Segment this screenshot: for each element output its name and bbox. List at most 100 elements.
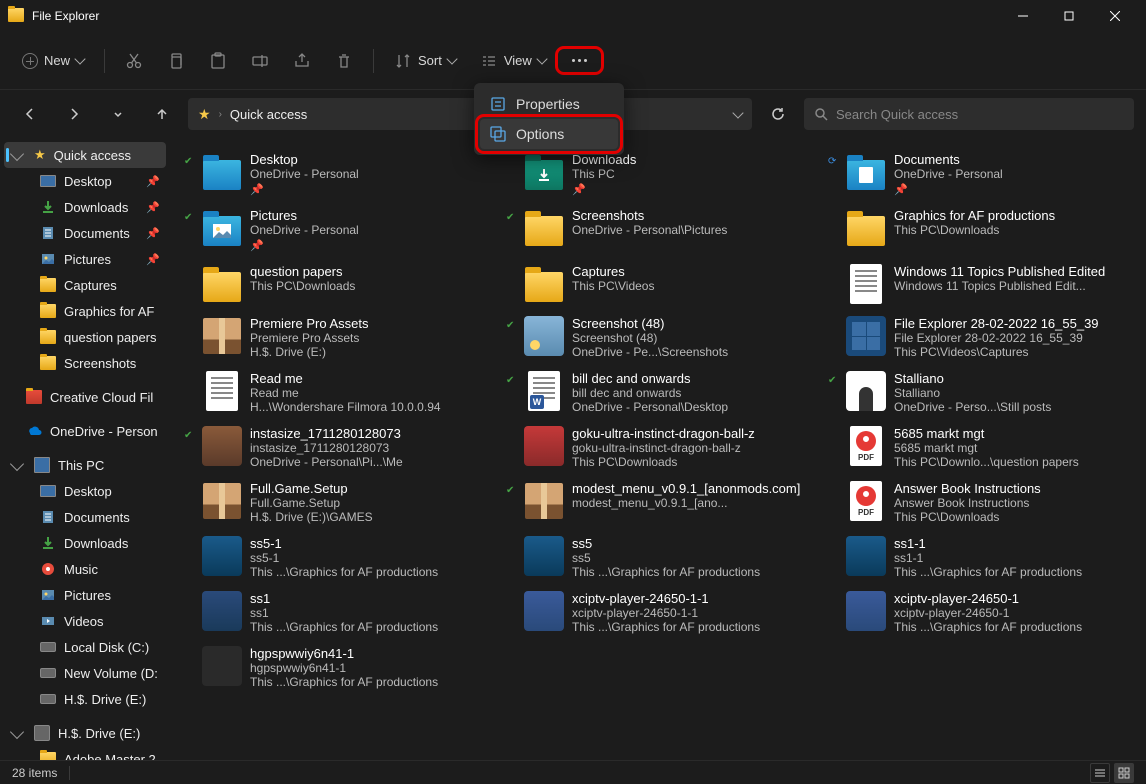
file-item[interactable]: ss5-1ss5-1This ...\Graphics for AF produ… xyxy=(180,532,494,583)
maximize-button[interactable] xyxy=(1046,0,1092,32)
sidebar-item[interactable]: Music xyxy=(4,556,166,582)
file-path: This PC\Downloads xyxy=(572,455,812,469)
search-input[interactable] xyxy=(836,107,1124,122)
sidebar-item[interactable]: Pictures xyxy=(4,582,166,608)
file-item[interactable]: CapturesThis PC\Videos xyxy=(502,260,816,308)
file-item[interactable]: Graphics for AF productionsThis PC\Downl… xyxy=(824,204,1138,256)
chevron-down-icon[interactable] xyxy=(732,107,743,118)
file-item[interactable]: PDFAnswer Book InstructionsAnswer Book I… xyxy=(824,477,1138,528)
sidebar-item[interactable]: question papers xyxy=(4,324,166,350)
file-item[interactable]: hgpspwwiy6n41-1hgpspwwiy6n41-1This ...\G… xyxy=(180,642,494,693)
sidebar-item[interactable]: New Volume (D: xyxy=(4,660,166,686)
file-item[interactable]: PDF5685 markt mgt5685 markt mgtThis PC\D… xyxy=(824,422,1138,473)
minimize-button[interactable] xyxy=(1000,0,1046,32)
back-button[interactable] xyxy=(12,96,48,132)
pin-icon: 📌 xyxy=(250,181,490,196)
file-item[interactable]: Premiere Pro AssetsPremiere Pro AssetsH.… xyxy=(180,312,494,363)
file-name: Premiere Pro Assets xyxy=(250,316,490,331)
sidebar-onedrive[interactable]: OneDrive - Person xyxy=(4,418,166,444)
synced-icon: ✔ xyxy=(184,212,194,222)
sidebar-item[interactable]: Adobe Master 2 xyxy=(4,746,166,760)
search-icon xyxy=(814,107,828,121)
file-item[interactable]: ✔modest_menu_v0.9.1_[anonmods.com]modest… xyxy=(502,477,816,528)
file-item[interactable]: ✔Screenshot (48)Screenshot (48)OneDrive … xyxy=(502,312,816,363)
file-name: Full.Game.Setup xyxy=(250,481,490,496)
file-location: Screenshot (48) xyxy=(572,331,812,345)
properties-item[interactable]: Properties xyxy=(480,89,618,119)
sidebar-hsdrive[interactable]: H.$. Drive (E:) xyxy=(4,720,166,746)
sidebar-item[interactable]: Videos xyxy=(4,608,166,634)
file-item[interactable]: ss1-1ss1-1This ...\Graphics for AF produ… xyxy=(824,532,1138,583)
paste-button[interactable] xyxy=(199,46,237,76)
file-item[interactable]: question papersThis PC\Downloads xyxy=(180,260,494,308)
sidebar-item[interactable]: Local Disk (C:) xyxy=(4,634,166,660)
item-icon xyxy=(40,303,56,319)
delete-button[interactable] xyxy=(325,46,363,76)
view-button[interactable]: View xyxy=(470,46,556,76)
item-icon xyxy=(40,225,56,241)
list-view-button[interactable] xyxy=(1090,763,1110,783)
file-item[interactable]: File Explorer 28-02-2022 16_55_39File Ex… xyxy=(824,312,1138,363)
sidebar-item[interactable]: Captures xyxy=(4,272,166,298)
rename-button[interactable] xyxy=(241,46,279,76)
pin-icon: 📌 xyxy=(146,201,160,214)
file-item[interactable]: ss5ss5This ...\Graphics for AF productio… xyxy=(502,532,816,583)
sidebar-item[interactable]: H.$. Drive (E:) xyxy=(4,686,166,712)
sidebar-item[interactable]: Pictures📌 xyxy=(4,246,166,272)
search-box[interactable] xyxy=(804,98,1134,130)
sidebar-item[interactable]: Graphics for AF xyxy=(4,298,166,324)
close-button[interactable] xyxy=(1092,0,1138,32)
sidebar-item[interactable]: Documents xyxy=(4,504,166,530)
sidebar-creative-cloud[interactable]: Creative Cloud Fil xyxy=(4,384,166,410)
sidebar-label: Pictures xyxy=(64,252,111,267)
sidebar-item[interactable]: Downloads xyxy=(4,530,166,556)
sidebar-item[interactable]: Desktop xyxy=(4,478,166,504)
file-item[interactable]: ⟳DocumentsOneDrive - Personal📌 xyxy=(824,148,1138,200)
copy-button[interactable] xyxy=(157,46,195,76)
options-item[interactable]: Options xyxy=(480,119,618,149)
cut-button[interactable] xyxy=(115,46,153,76)
file-item[interactable]: DownloadsThis PC📌 xyxy=(502,148,816,200)
file-item[interactable]: ✔DesktopOneDrive - Personal📌 xyxy=(180,148,494,200)
file-item[interactable]: xciptv-player-24650-1xciptv-player-24650… xyxy=(824,587,1138,638)
refresh-button[interactable] xyxy=(760,96,796,132)
up-button[interactable] xyxy=(144,96,180,132)
sidebar-label: H.$. Drive (E:) xyxy=(64,692,146,707)
item-icon xyxy=(40,587,56,603)
breadcrumb[interactable]: Quick access xyxy=(230,107,307,122)
file-thumbnail xyxy=(202,152,242,192)
share-button[interactable] xyxy=(283,46,321,76)
copy-icon xyxy=(167,52,185,70)
main: ★ Quick access Desktop📌Downloads📌Documen… xyxy=(0,138,1146,760)
address-bar[interactable]: ★ › Quick access xyxy=(188,98,752,130)
file-item[interactable]: Read meRead meH...\Wondershare Filmora 1… xyxy=(180,367,494,418)
file-item[interactable]: xciptv-player-24650-1-1xciptv-player-246… xyxy=(502,587,816,638)
sidebar-item[interactable]: Desktop📌 xyxy=(4,168,166,194)
file-item[interactable]: ✔instasize_1711280128073instasize_171128… xyxy=(180,422,494,473)
item-icon xyxy=(40,509,56,525)
file-location: Windows 11 Topics Published Edit... xyxy=(894,279,1134,293)
file-location: instasize_1711280128073 xyxy=(250,441,490,455)
sidebar-item[interactable]: Screenshots xyxy=(4,350,166,376)
sort-button[interactable]: Sort xyxy=(384,46,466,76)
file-item[interactable]: ✔Wbill dec and onwardsbill dec and onwar… xyxy=(502,367,816,418)
new-button[interactable]: New xyxy=(12,47,94,75)
file-item[interactable]: goku-ultra-instinct-dragon-ball-zgoku-ul… xyxy=(502,422,816,473)
file-item[interactable]: Windows 11 Topics Published EditedWindow… xyxy=(824,260,1138,308)
sidebar-thispc[interactable]: This PC xyxy=(4,452,166,478)
file-item[interactable]: ss1ss1This ...\Graphics for AF productio… xyxy=(180,587,494,638)
file-path: This ...\Graphics for AF productions xyxy=(894,620,1134,634)
file-item[interactable]: ✔StallianoStallianoOneDrive - Perso...\S… xyxy=(824,367,1138,418)
delete-icon xyxy=(335,52,353,70)
sidebar-item[interactable]: Documents📌 xyxy=(4,220,166,246)
sidebar-item[interactable]: Downloads📌 xyxy=(4,194,166,220)
file-item[interactable]: ✔ScreenshotsOneDrive - Personal\Pictures xyxy=(502,204,816,256)
grid-view-button[interactable] xyxy=(1114,763,1134,783)
more-button[interactable] xyxy=(560,51,599,70)
recent-button[interactable] xyxy=(100,96,136,132)
forward-button[interactable] xyxy=(56,96,92,132)
syncing-icon: ⟳ xyxy=(828,156,838,166)
file-item[interactable]: ✔PicturesOneDrive - Personal📌 xyxy=(180,204,494,256)
sidebar-quickaccess[interactable]: ★ Quick access xyxy=(4,142,166,168)
file-item[interactable]: Full.Game.SetupFull.Game.SetupH.$. Drive… xyxy=(180,477,494,528)
